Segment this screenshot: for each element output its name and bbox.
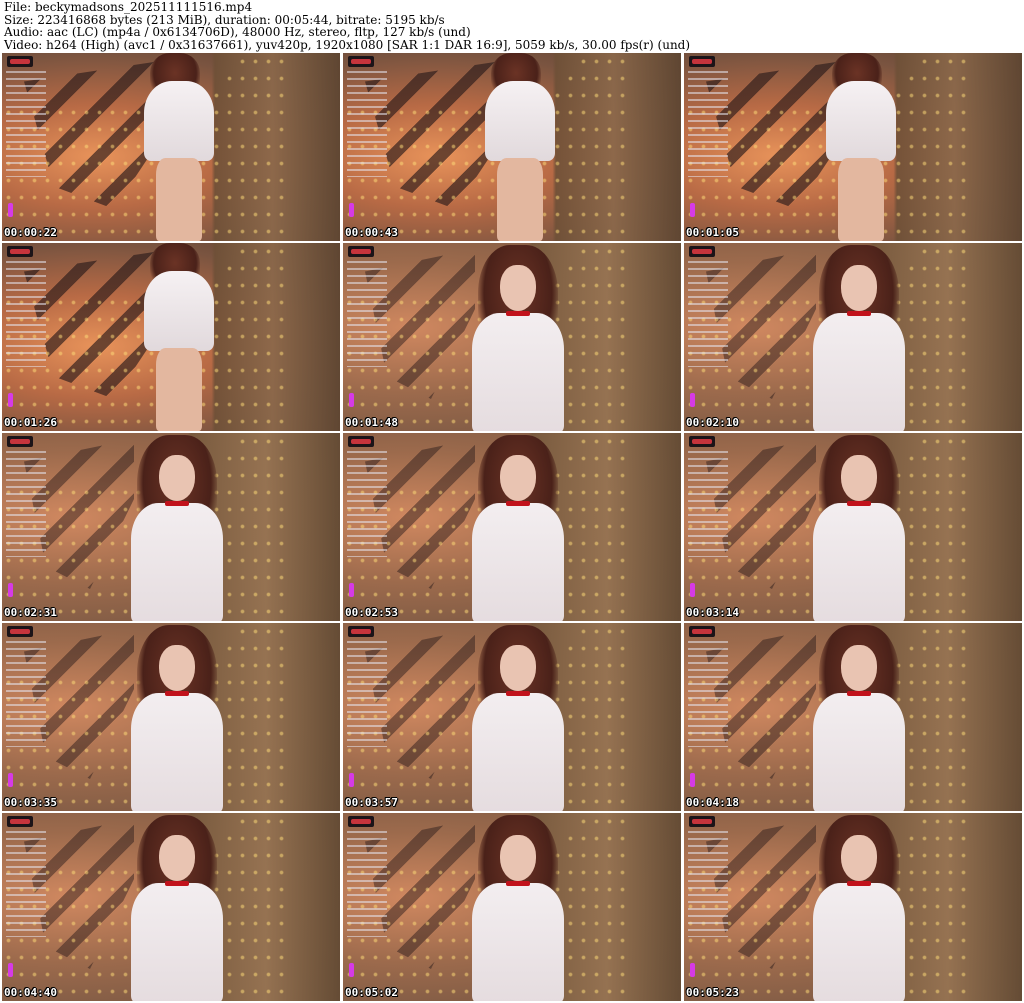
performer-figure [117, 813, 237, 1001]
frame-timestamp: 00:00:22 [4, 226, 57, 239]
performer-figure [117, 433, 237, 621]
video-thumbnail: 00:03:57 [343, 623, 681, 811]
video-thumbnail: 00:05:02 [343, 813, 681, 1001]
stream-logo-icon [689, 436, 715, 447]
frame-timestamp: 00:03:57 [345, 796, 398, 809]
stream-chat-overlay [6, 637, 46, 747]
stream-chat-overlay [688, 67, 728, 177]
performer-figure [799, 243, 919, 431]
overlay-progress-marker [349, 393, 354, 407]
overlay-progress-marker [690, 963, 695, 977]
stream-chat-overlay [688, 257, 728, 367]
stream-chat-overlay [688, 827, 728, 937]
overlay-progress-marker [8, 963, 13, 977]
performer-figure [117, 623, 237, 811]
performer-figure [122, 53, 242, 241]
video-thumbnail: 00:00:43 [343, 53, 681, 241]
stream-logo-icon [689, 626, 715, 637]
stream-logo-icon [348, 246, 374, 257]
stream-logo-icon [689, 56, 715, 67]
performer-figure [458, 433, 578, 621]
frame-timestamp: 00:00:43 [345, 226, 398, 239]
overlay-progress-marker [690, 773, 695, 787]
stream-chat-overlay [347, 447, 387, 557]
overlay-progress-marker [8, 773, 13, 787]
performer-figure [458, 623, 578, 811]
video-thumbnail: 00:02:53 [343, 433, 681, 621]
overlay-progress-marker [8, 203, 13, 217]
stream-logo-icon [7, 816, 33, 827]
stream-chat-overlay [6, 827, 46, 937]
stream-logo-icon [7, 436, 33, 447]
stream-chat-overlay [347, 67, 387, 177]
video-thumbnail: 00:03:35 [2, 623, 340, 811]
stream-logo-icon [348, 626, 374, 637]
frame-timestamp: 00:02:31 [4, 606, 57, 619]
video-thumbnail: 00:04:18 [684, 623, 1022, 811]
performer-figure [122, 243, 242, 431]
frame-timestamp: 00:01:05 [686, 226, 739, 239]
overlay-progress-marker [349, 963, 354, 977]
performer-figure [799, 433, 919, 621]
overlay-progress-marker [690, 583, 695, 597]
video-thumbnail: 00:02:31 [2, 433, 340, 621]
video-thumbnail: 00:05:23 [684, 813, 1022, 1001]
audio-info-line: Audio: aac (LC) (mp4a / 0x6134706D), 480… [4, 25, 471, 39]
stream-chat-overlay [6, 67, 46, 177]
stream-chat-overlay [347, 257, 387, 367]
frame-timestamp: 00:01:48 [345, 416, 398, 429]
frame-timestamp: 00:04:18 [686, 796, 739, 809]
performer-figure [804, 53, 924, 241]
overlay-progress-marker [690, 393, 695, 407]
stream-chat-overlay [347, 637, 387, 747]
video-thumbnail: 00:01:05 [684, 53, 1022, 241]
overlay-progress-marker [349, 583, 354, 597]
overlay-progress-marker [690, 203, 695, 217]
stream-logo-icon [689, 246, 715, 257]
performer-figure [463, 53, 583, 241]
video-thumbnail: 00:04:40 [2, 813, 340, 1001]
overlay-progress-marker [8, 583, 13, 597]
video-thumbnail: 00:00:22 [2, 53, 340, 241]
frame-timestamp: 00:05:23 [686, 986, 739, 999]
frame-timestamp: 00:03:35 [4, 796, 57, 809]
video-thumbnail: 00:01:48 [343, 243, 681, 431]
overlay-progress-marker [8, 393, 13, 407]
frame-timestamp: 00:01:26 [4, 416, 57, 429]
frame-timestamp: 00:02:10 [686, 416, 739, 429]
stream-chat-overlay [688, 447, 728, 557]
video-thumbnail: 00:01:26 [2, 243, 340, 431]
video-thumbnail: 00:02:10 [684, 243, 1022, 431]
frame-timestamp: 00:04:40 [4, 986, 57, 999]
stream-chat-overlay [347, 827, 387, 937]
stream-logo-icon [348, 56, 374, 67]
performer-figure [458, 243, 578, 431]
overlay-progress-marker [349, 203, 354, 217]
stream-logo-icon [348, 436, 374, 447]
stream-chat-overlay [6, 257, 46, 367]
frame-timestamp: 00:02:53 [345, 606, 398, 619]
stream-logo-icon [7, 246, 33, 257]
video-info-line: Video: h264 (High) (avc1 / 0x31637661), … [4, 37, 691, 52]
stream-chat-overlay [688, 637, 728, 747]
file-info-header: File: beckymadsons_202511111516.mp4 Size… [0, 0, 1024, 52]
video-thumbnail: 00:03:14 [684, 433, 1022, 621]
stream-logo-icon [689, 816, 715, 827]
performer-figure [799, 623, 919, 811]
stream-chat-overlay [6, 447, 46, 557]
stream-logo-icon [7, 56, 33, 67]
stream-logo-icon [7, 626, 33, 637]
overlay-progress-marker [349, 773, 354, 787]
stream-logo-icon [348, 816, 374, 827]
file-name-line: File: beckymadsons_202511111516.mp4 [4, 0, 253, 14]
performer-figure [799, 813, 919, 1001]
thumbnail-grid: 00:00:22 00:00:43 00:01:05 00:01:26 00:01:48… [2, 53, 1022, 1001]
frame-timestamp: 00:05:02 [345, 986, 398, 999]
performer-figure [458, 813, 578, 1001]
frame-timestamp: 00:03:14 [686, 606, 739, 619]
